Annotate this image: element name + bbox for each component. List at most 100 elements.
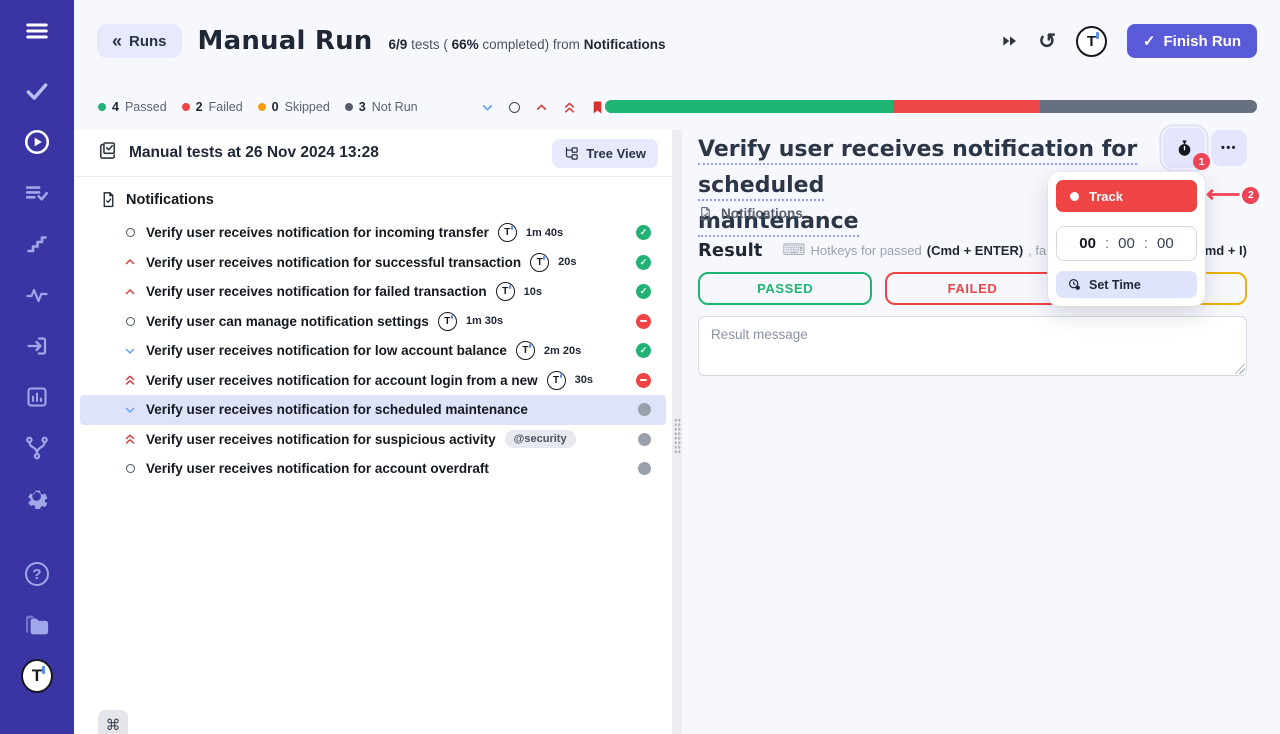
check-icon: ✓ bbox=[1143, 32, 1156, 50]
test-row[interactable]: Verify user receives notification for fa… bbox=[80, 277, 666, 307]
priority-normal-icon[interactable] bbox=[509, 102, 520, 113]
run-play-icon[interactable] bbox=[21, 127, 53, 157]
bookmark-icon[interactable] bbox=[591, 100, 604, 115]
test-row[interactable]: Verify user receives notification for ac… bbox=[80, 366, 666, 396]
annotation-step-1: 1 bbox=[1193, 153, 1210, 170]
import-icon[interactable] bbox=[21, 331, 53, 361]
set-time-button[interactable]: Set Time bbox=[1056, 271, 1197, 298]
priority-low-icon bbox=[123, 345, 137, 357]
status-passed-icon: ✓ bbox=[636, 284, 651, 299]
annotation-step-2: ⟵ 2 bbox=[1206, 185, 1259, 205]
panel-splitter[interactable] bbox=[672, 130, 682, 734]
status-passed-icon: ✓ bbox=[636, 255, 651, 270]
cmd-key-badge[interactable]: ⌘ bbox=[98, 710, 128, 734]
priority-normal-icon bbox=[123, 317, 137, 326]
status-not-run-icon bbox=[638, 462, 651, 475]
resize-handle-icon[interactable] bbox=[1235, 364, 1245, 374]
checklist-icon[interactable] bbox=[21, 178, 53, 208]
track-button[interactable]: Track bbox=[1056, 180, 1197, 212]
keyboard-icon: ⌨ bbox=[782, 243, 805, 259]
test-row[interactable]: Verify user can manage notification sett… bbox=[80, 307, 666, 337]
priority-high-icon bbox=[123, 286, 137, 298]
finish-run-button[interactable]: ✓ Finish Run bbox=[1127, 24, 1257, 58]
status-failed-icon bbox=[636, 373, 651, 388]
status-not-run-icon bbox=[638, 403, 651, 416]
result-label: Result bbox=[698, 240, 762, 261]
priority-high-icon[interactable] bbox=[535, 101, 548, 114]
chevron-down-icon[interactable] bbox=[481, 101, 494, 114]
test-rows: Verify user receives notification for in… bbox=[74, 216, 672, 484]
priority-urgent-icon bbox=[123, 432, 137, 446]
priority-urgent-icon[interactable] bbox=[563, 100, 576, 115]
analytics-icon[interactable] bbox=[21, 382, 53, 412]
priority-normal-icon bbox=[123, 228, 137, 237]
fast-forward-icon[interactable] bbox=[1002, 34, 1018, 48]
app-logo[interactable]: T bbox=[21, 661, 53, 691]
header: « Runs Manual Run 6/9 tests ( 66% comple… bbox=[97, 20, 1257, 62]
status-passed-icon: ✓ bbox=[636, 343, 651, 358]
minutes-field[interactable]: 00 bbox=[1118, 235, 1135, 252]
test-row[interactable]: Verify user receives notification for lo… bbox=[80, 336, 666, 366]
suite-name: Notifications bbox=[584, 37, 666, 52]
status-failed-icon bbox=[636, 314, 651, 329]
restart-timer-icon[interactable]: ↺ bbox=[1038, 31, 1056, 52]
priority-filters bbox=[481, 100, 604, 115]
progress-not-run-segment bbox=[1040, 100, 1257, 113]
skipped-dot-icon bbox=[258, 103, 266, 111]
test-row[interactable]: Verify user receives notification for in… bbox=[80, 218, 666, 248]
progress-failed-segment bbox=[894, 100, 1039, 113]
tasks-check-icon[interactable] bbox=[21, 76, 53, 106]
automation-logo-icon: T bbox=[438, 312, 457, 331]
progress-passed-segment bbox=[605, 100, 894, 113]
suite-doc-icon bbox=[100, 191, 117, 208]
test-list-panel: Manual tests at 26 Nov 2024 13:28 Tree V… bbox=[74, 130, 672, 734]
back-chevrons-icon: « bbox=[112, 32, 122, 50]
clock-settings-icon bbox=[1068, 278, 1081, 291]
stopwatch-icon bbox=[1176, 139, 1193, 158]
menu-icon[interactable] bbox=[21, 16, 53, 46]
hours-field[interactable]: 00 bbox=[1079, 235, 1096, 252]
back-label: Runs bbox=[129, 33, 167, 50]
projects-folder-icon[interactable] bbox=[21, 610, 53, 640]
result-message-box bbox=[698, 316, 1247, 376]
failed-button[interactable]: FAILED bbox=[885, 272, 1059, 305]
page-title: Manual Run bbox=[198, 26, 373, 56]
not-run-dot-icon bbox=[345, 103, 353, 111]
test-row[interactable]: Verify user receives notification for su… bbox=[80, 425, 666, 455]
more-options-button[interactable]: ••• bbox=[1211, 130, 1247, 166]
test-row[interactable]: Verify user receives notification for su… bbox=[80, 248, 666, 278]
passed-button[interactable]: PASSED bbox=[698, 272, 872, 305]
record-dot-icon bbox=[1070, 192, 1079, 201]
suite-doc-icon bbox=[698, 206, 713, 221]
suite-group-label: Notifications bbox=[126, 192, 214, 208]
priority-urgent-icon bbox=[123, 373, 137, 387]
list-header: Manual tests at 26 Nov 2024 13:28 Tree V… bbox=[74, 130, 672, 177]
seconds-field[interactable]: 00 bbox=[1157, 235, 1174, 252]
branches-icon[interactable] bbox=[21, 433, 53, 463]
priority-high-icon bbox=[123, 256, 137, 268]
priority-normal-icon bbox=[123, 464, 137, 473]
result-message-input[interactable] bbox=[698, 316, 1247, 376]
hotkeys-hint-tail: md + I) bbox=[1202, 243, 1247, 258]
failed-dot-icon bbox=[182, 103, 190, 111]
priority-low-icon bbox=[123, 404, 137, 416]
test-row[interactable]: Verify user receives notification for ac… bbox=[80, 454, 666, 484]
help-icon[interactable]: ? bbox=[21, 559, 53, 589]
tag-badge[interactable]: @security bbox=[505, 430, 576, 448]
app-logo-badge[interactable]: T bbox=[1076, 26, 1107, 57]
steps-icon[interactable] bbox=[21, 229, 53, 259]
automation-logo-icon: T bbox=[498, 223, 517, 242]
test-row-selected[interactable]: Verify user receives notification for sc… bbox=[80, 395, 666, 425]
settings-gear-icon[interactable] bbox=[21, 484, 53, 514]
automation-logo-icon: T bbox=[496, 282, 515, 301]
suite-group[interactable]: Notifications bbox=[74, 177, 672, 216]
app-window: ? T « Runs Manual Run 6/9 tests ( 66% co… bbox=[0, 0, 1280, 734]
automation-logo-icon: T bbox=[516, 341, 535, 360]
time-display[interactable]: 00 : 00 : 00 bbox=[1056, 226, 1197, 261]
pulse-icon[interactable] bbox=[21, 280, 53, 310]
breadcrumb[interactable]: Notifications bbox=[698, 206, 803, 221]
splitter-grip-icon bbox=[674, 418, 681, 454]
back-to-runs-button[interactable]: « Runs bbox=[97, 24, 182, 58]
tree-view-button[interactable]: Tree View bbox=[552, 139, 658, 168]
completed-percent: 66% bbox=[452, 37, 479, 52]
